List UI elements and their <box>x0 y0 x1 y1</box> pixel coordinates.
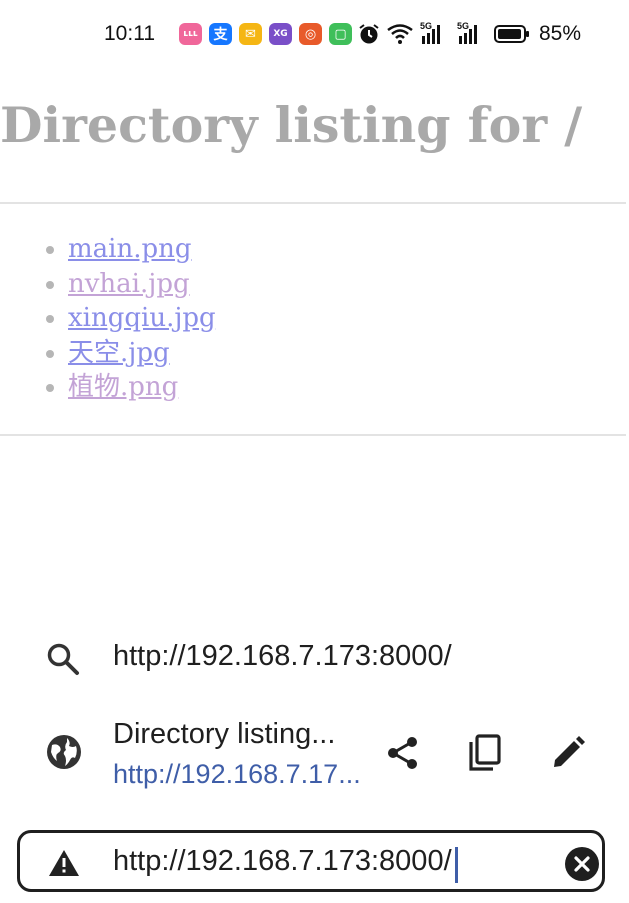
search-suggestion[interactable]: http://192.168.7.173:8000/ <box>0 630 629 690</box>
list-item: 植物.png <box>68 370 216 405</box>
globe-icon <box>46 734 82 775</box>
text-caret <box>455 847 458 883</box>
share-icon[interactable] <box>383 733 423 773</box>
file-link-xingqiu-jpg[interactable]: xingqiu.jpg <box>68 303 216 333</box>
file-list: main.png nvhai.jpg xingqiu.jpg 天空.jpg 植物… <box>28 232 216 405</box>
page-title: Directory listing for / <box>0 96 583 154</box>
file-link-nvhai-jpg[interactable]: nvhai.jpg <box>68 269 190 299</box>
copy-icon[interactable] <box>465 733 505 773</box>
file-link-main-png[interactable]: main.png <box>68 234 192 264</box>
app-icon-2: XG <box>269 23 292 45</box>
cellular-signal-1-icon: 5G <box>420 21 450 44</box>
alarm-icon <box>358 23 380 45</box>
edit-icon[interactable] <box>548 733 588 773</box>
mail-app-icon: ✉ <box>239 23 262 45</box>
system-icons: 5G 5G 85% <box>358 21 582 46</box>
page-suggestion-url: http://192.168.7.17... <box>113 759 361 789</box>
cellular-signal-2-icon: 5G <box>457 21 487 44</box>
battery-percentage: 85% <box>539 22 582 45</box>
search-suggestion-text: http://192.168.7.173:8000/ <box>113 640 452 672</box>
status-time: 10:11 <box>104 22 155 45</box>
status-bar: 10:11 ʟʟʟ 支 ✉ XG ◎ ▢ 5G 5G 85% <box>0 0 629 68</box>
notification-icons: ʟʟʟ 支 ✉ XG ◎ ▢ <box>179 23 352 45</box>
battery-icon <box>494 25 530 43</box>
top-divider <box>0 202 626 204</box>
url-input[interactable] <box>113 843 543 879</box>
file-link-zhiwu-png[interactable]: 植物.png <box>68 372 178 402</box>
app-icon-3: ◎ <box>299 23 322 45</box>
page-suggestion[interactable]: Directory listing... http://192.168.7.17… <box>0 714 629 794</box>
clear-icon[interactable] <box>565 847 599 881</box>
bilibili-app-icon: ʟʟʟ <box>179 23 202 45</box>
warning-icon[interactable] <box>48 849 80 882</box>
url-bar <box>17 830 605 892</box>
list-item: main.png <box>68 232 216 267</box>
messages-app-icon: ▢ <box>329 23 352 45</box>
list-item: 天空.jpg <box>68 336 216 371</box>
bottom-divider <box>0 434 626 436</box>
wifi-icon <box>387 24 413 44</box>
alipay-app-icon: 支 <box>209 23 232 45</box>
list-item: xingqiu.jpg <box>68 301 216 336</box>
file-link-tiankong-jpg[interactable]: 天空.jpg <box>68 338 170 368</box>
list-item: nvhai.jpg <box>68 267 216 302</box>
page-suggestion-title: Directory listing... <box>113 718 336 750</box>
search-icon <box>46 642 80 681</box>
